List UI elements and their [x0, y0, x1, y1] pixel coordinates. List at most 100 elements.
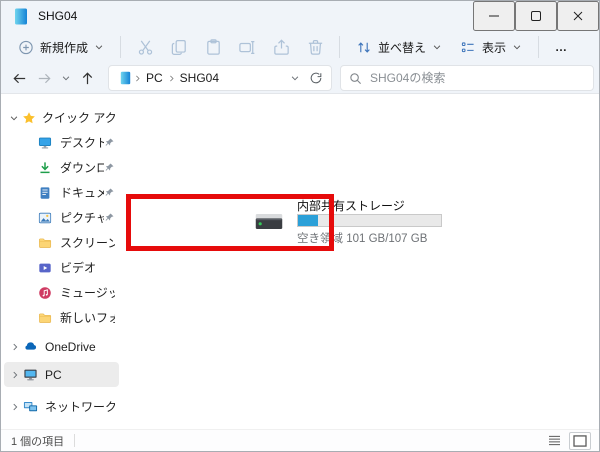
forward-button[interactable] [32, 65, 57, 91]
clipboard-icon [204, 38, 223, 57]
thumbnail-view-icon [573, 435, 587, 447]
breadcrumb-shg04[interactable]: SHG04 [176, 71, 223, 85]
view-toggles [543, 432, 591, 450]
chevron-right-icon [133, 74, 142, 83]
minimize-button[interactable] [473, 1, 515, 31]
file-list[interactable]: 内部共有ストレージ 空き領域 101 GB/107 GB [122, 94, 599, 429]
sidebar-item-label: クイック アクセス [42, 109, 115, 126]
view-button[interactable]: 表示 [451, 33, 531, 61]
share-icon [272, 38, 291, 57]
folder-icon [37, 310, 53, 326]
folder-icon [37, 235, 53, 251]
sidebar-item-videos[interactable]: ビデオ [4, 255, 119, 280]
plus-circle-icon [18, 39, 34, 55]
pin-icon [104, 187, 115, 198]
view-list-icon [460, 39, 476, 55]
drive-name[interactable]: 内部共有ストレージ [297, 197, 405, 214]
explorer-window: SHG04 新規作成 並べ替え 表示 … [0, 0, 600, 452]
details-view-button[interactable] [543, 432, 565, 450]
device-icon [13, 8, 29, 24]
sidebar-item-new-folder[interactable]: 新しいフォルダー [4, 305, 119, 330]
share-button[interactable] [264, 33, 298, 61]
search-input[interactable] [370, 71, 585, 85]
sidebar-item-onedrive[interactable]: OneDrive [4, 334, 119, 359]
search-box[interactable] [340, 65, 594, 91]
chevron-right-icon[interactable] [8, 340, 22, 354]
desktop-icon [37, 135, 53, 151]
status-bar: 1 個の項目 [1, 429, 599, 451]
view-button-label: 表示 [482, 39, 506, 56]
more-options-button[interactable]: … [546, 33, 577, 61]
drive-icon [254, 210, 284, 233]
close-button[interactable] [557, 1, 599, 31]
toolbar-divider [538, 36, 539, 58]
sort-button[interactable]: 並べ替え [347, 33, 451, 61]
new-button-label: 新規作成 [40, 39, 88, 56]
sidebar-item-label: スクリーンショット [60, 234, 115, 251]
star-icon [21, 110, 37, 126]
sidebar-item-documents[interactable]: ドキュメント [4, 180, 119, 205]
chevron-down-icon[interactable] [7, 111, 21, 125]
paste-button[interactable] [196, 33, 230, 61]
pc-icon [22, 367, 38, 383]
pin-icon [104, 137, 115, 148]
content-area: クイック アクセス デスクトップ ダウンロード ドキュメント ピクチャ [1, 94, 599, 429]
music-icon [37, 285, 53, 301]
cut-button[interactable] [128, 33, 162, 61]
arrow-up-icon [79, 70, 96, 87]
capacity-bar [297, 214, 442, 227]
back-button[interactable] [7, 65, 32, 91]
sidebar-item-music[interactable]: ミュージック [4, 280, 119, 305]
window-title: SHG04 [38, 9, 77, 23]
copy-button[interactable] [162, 33, 196, 61]
recent-locations-button[interactable] [57, 65, 75, 91]
chevron-right-icon[interactable] [8, 400, 22, 414]
sidebar-item-label: PC [45, 368, 62, 382]
sidebar-item-label: 新しいフォルダー [60, 309, 115, 326]
sidebar-item-label: OneDrive [45, 340, 96, 354]
videos-icon [37, 260, 53, 276]
sidebar-item-label: ドキュメント [60, 184, 104, 201]
trash-icon [306, 38, 325, 57]
device-icon [117, 70, 133, 86]
chevron-right-icon [167, 74, 176, 83]
sidebar-item-quick-access[interactable]: クイック アクセス [4, 105, 119, 130]
statusbar-divider [74, 434, 75, 447]
sidebar-item-pc[interactable]: PC [4, 362, 119, 387]
capacity-bar-fill [298, 215, 318, 226]
pin-icon [104, 212, 115, 223]
sidebar-item-screenshots[interactable]: スクリーンショット [4, 230, 119, 255]
sidebar-item-label: ピクチャ [60, 209, 104, 226]
toolbar-divider [120, 36, 121, 58]
copy-icon [170, 38, 189, 57]
refresh-button[interactable] [305, 67, 327, 89]
arrow-right-icon [36, 70, 53, 87]
search-icon [349, 72, 362, 85]
sidebar-item-label: ネットワーク [45, 398, 115, 415]
sidebar-item-pictures[interactable]: ピクチャ [4, 205, 119, 230]
sidebar-item-network[interactable]: ネットワーク [4, 394, 119, 419]
address-bar[interactable]: PC SHG04 [108, 65, 332, 91]
window-controls [473, 1, 599, 31]
maximize-button[interactable] [515, 1, 557, 31]
sidebar-item-downloads[interactable]: ダウンロード [4, 155, 119, 180]
arrow-left-icon [11, 70, 28, 87]
sidebar-item-label: ビデオ [60, 259, 96, 276]
large-thumbnails-view-button[interactable] [569, 432, 591, 450]
rename-button[interactable] [230, 33, 264, 61]
breadcrumb-pc[interactable]: PC [142, 71, 167, 85]
chevron-right-icon[interactable] [8, 368, 22, 382]
navigation-pane: クイック アクセス デスクトップ ダウンロード ドキュメント ピクチャ [1, 105, 122, 419]
delete-button[interactable] [298, 33, 332, 61]
chevron-down-icon [290, 73, 300, 83]
address-dropdown-button[interactable] [285, 67, 305, 89]
downloads-icon [37, 160, 53, 176]
details-view-icon [548, 435, 561, 446]
sort-arrows-icon [356, 39, 372, 55]
sidebar-item-desktop[interactable]: デスクトップ [4, 130, 119, 155]
pin-icon [104, 162, 115, 173]
up-button[interactable] [75, 65, 100, 91]
documents-icon [37, 185, 53, 201]
new-button[interactable]: 新規作成 [9, 33, 113, 61]
chevron-down-icon [512, 42, 522, 52]
